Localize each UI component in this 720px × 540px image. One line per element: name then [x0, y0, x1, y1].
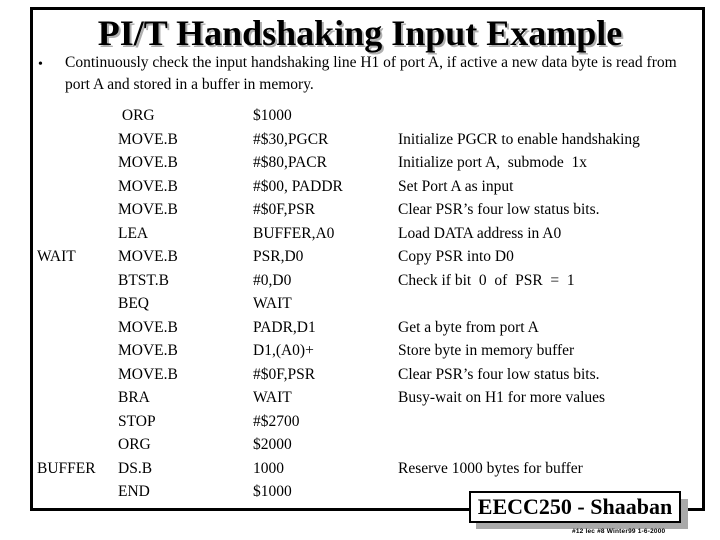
code-operand: PADR,D1	[253, 318, 316, 336]
code-opcode: MOVE.B	[118, 130, 178, 148]
code-operand: $1000	[253, 107, 292, 124]
code-label	[37, 480, 96, 504]
code-comment: Get a byte from port A	[398, 318, 539, 336]
code-comment: Reserve 1000 bytes for buffer	[398, 459, 583, 477]
code-opcode: MOVE.B	[118, 365, 178, 383]
code-label: BUFFER	[37, 459, 96, 477]
code-opcode: BEQ	[118, 295, 149, 312]
code-comment: Check if bit 0 of PSR = 1	[398, 271, 575, 289]
code-opcode: MOVE.B	[118, 177, 178, 195]
code-opcode: BRA	[118, 389, 150, 406]
code-comment	[398, 433, 640, 457]
code-opcode: ORG	[118, 436, 151, 453]
code-operand: BUFFER,A0	[253, 224, 335, 242]
code-opcode: MOVE.B	[118, 342, 178, 359]
code-operand: $1000	[253, 483, 292, 500]
code-comment: Load DATA address in A0	[398, 224, 562, 242]
code-label	[37, 198, 96, 222]
code-comment: Busy-wait on H1 for more values	[398, 389, 606, 406]
code-label	[37, 175, 96, 199]
code-label	[37, 269, 96, 293]
code-comment: Initialize port A, submode 1x	[398, 154, 587, 171]
code-opcode: STOP	[118, 412, 156, 430]
code-operand: D1,(A0)+	[253, 342, 314, 359]
code-opcode: MOVE.B	[118, 154, 178, 171]
code-operand: 1000	[253, 459, 284, 477]
code-label	[37, 410, 96, 434]
code-comments-column: Initialize PGCR to enable handshaking Ini…	[398, 104, 640, 504]
code-operand: #0,D0	[253, 271, 292, 289]
code-label	[37, 386, 96, 410]
code-comment: Clear PSR’s four low status bits.	[398, 365, 600, 383]
code-operand: PSR,D0	[253, 248, 304, 265]
code-operand: #$80,PACR	[253, 154, 327, 171]
code-opcode: MOVE.B	[118, 201, 178, 218]
code-opcode: DS.B	[118, 459, 153, 477]
code-label	[37, 151, 96, 175]
code-operand: #$0F,PSR	[253, 365, 316, 383]
code-operand: $2000	[253, 436, 292, 453]
code-opcode: MOVE.B	[118, 318, 178, 336]
code-label	[37, 339, 96, 363]
code-label	[37, 222, 96, 246]
code-operand: WAIT	[253, 295, 292, 312]
code-comment: Copy PSR into D0	[398, 248, 514, 265]
code-comment	[398, 104, 640, 128]
code-operand: WAIT	[253, 389, 292, 406]
code-comment: Store byte in memory buffer	[398, 342, 575, 359]
code-comment	[398, 292, 640, 316]
code-label	[37, 433, 96, 457]
bullet-icon: •	[38, 57, 43, 72]
course-badge: EECC250 - Shaaban	[469, 491, 681, 523]
code-comment	[398, 410, 640, 434]
slide-footer: #12 lec #8 Winter99 1-6-2000	[572, 528, 666, 535]
code-operands-column: $1000 #$30,PGCR #$80,PACR #$00, PADDR #$0F,P…	[253, 104, 343, 504]
code-label	[37, 316, 96, 340]
code-opcode: MOVE.B	[118, 248, 178, 265]
code-opcode: BTST.B	[118, 271, 169, 289]
code-label	[37, 292, 96, 316]
code-label	[37, 363, 96, 387]
code-comment: Set Port A as input	[398, 177, 514, 195]
code-opcode: END	[118, 483, 150, 500]
code-operand: #$00, PADDR	[253, 177, 343, 195]
slide-title: PI/T Handshaking Input Example	[97, 13, 623, 53]
code-comment: Clear PSR’s four low status bits.	[398, 201, 600, 218]
code-opcode: LEA	[118, 224, 149, 242]
code-label: WAIT	[37, 248, 76, 265]
code-label	[37, 104, 96, 128]
code-labels-column: WAIT BUFFER	[37, 104, 96, 504]
intro-text: Continuously check the input handshaking…	[65, 54, 677, 93]
code-label	[37, 128, 96, 152]
code-operand: #$2700	[253, 412, 300, 430]
code-operand: #$0F,PSR	[253, 201, 316, 218]
code-opcode: ORG	[118, 107, 155, 124]
code-comment: Initialize PGCR to enable handshaking	[398, 130, 640, 148]
code-operand: #$30,PGCR	[253, 130, 329, 148]
code-opcodes-column: ORG MOVE.B MOVE.B MOVE.B MOVE.B LEA MOVE.B BTST…	[118, 104, 178, 504]
